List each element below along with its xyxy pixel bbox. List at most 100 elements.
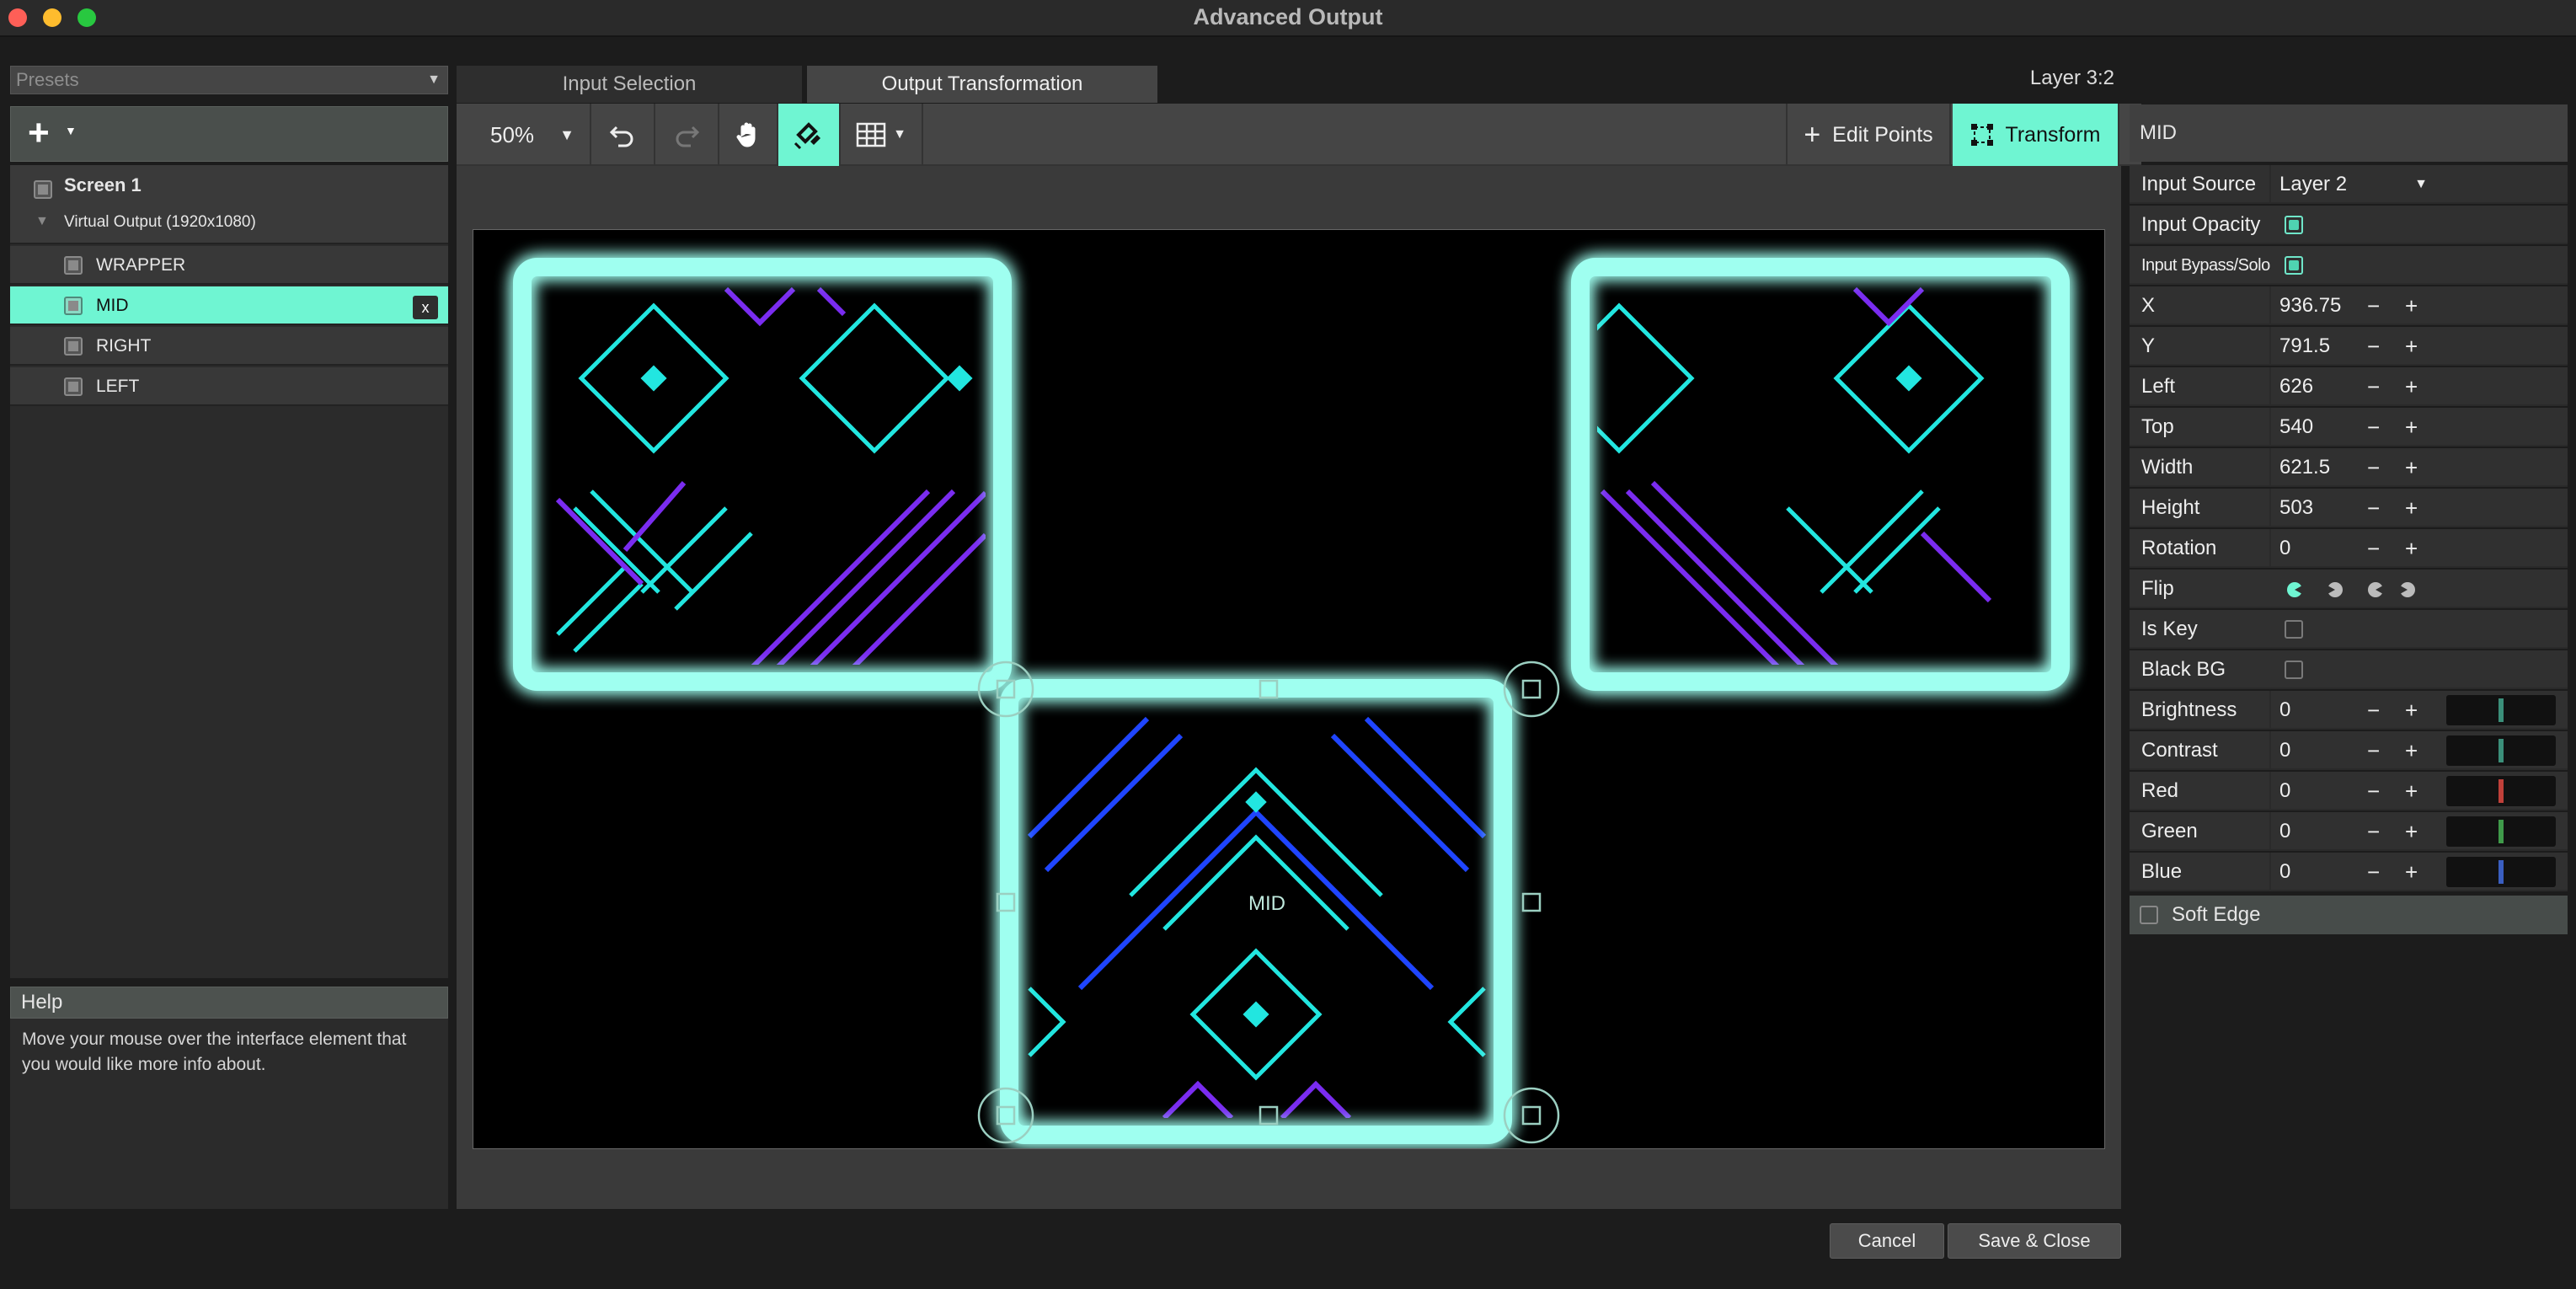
flip-options[interactable]	[2286, 580, 2387, 600]
blue-decrement-button[interactable]: −	[2367, 853, 2380, 891]
top-input[interactable]: 540	[2269, 408, 2370, 447]
soft-edge-row[interactable]: Soft Edge	[2130, 896, 2568, 934]
screen-checkbox[interactable]	[34, 180, 52, 199]
x-input[interactable]: 936.75	[2269, 286, 2370, 325]
contrast-increment-button[interactable]: +	[2405, 731, 2418, 770]
y-increment-button[interactable]: +	[2405, 327, 2418, 366]
input-opacity-checkbox[interactable]	[2285, 216, 2303, 234]
width-input[interactable]: 621.5	[2269, 448, 2370, 487]
magnet-icon	[794, 122, 820, 150]
undo-button[interactable]	[591, 104, 655, 166]
slice-checkbox[interactable]	[64, 297, 83, 315]
grid-button[interactable]: ▼	[841, 104, 923, 166]
transform-label: Transform	[2005, 122, 2101, 147]
red-input[interactable]: 0	[2269, 772, 2370, 810]
width-decrement-button[interactable]: −	[2367, 448, 2380, 487]
slice-label: WRAPPER	[96, 255, 186, 275]
width-increment-button[interactable]: +	[2405, 448, 2418, 487]
slider-handle[interactable]	[2499, 739, 2504, 762]
tab-input-selection[interactable]: Input Selection	[457, 66, 802, 103]
brightness-input[interactable]: 0	[2269, 691, 2370, 730]
x-increment-button[interactable]: +	[2405, 286, 2418, 325]
red-slider[interactable]	[2446, 776, 2556, 806]
delete-slice-button[interactable]: x	[413, 296, 438, 319]
edit-points-button[interactable]: + Edit Points	[1786, 104, 1951, 166]
top-increment-button[interactable]: +	[2405, 408, 2418, 447]
slice-row-mid[interactable]: MID x	[10, 286, 448, 325]
properties-header: MID	[2130, 104, 2568, 162]
soft-edge-checkbox[interactable]	[2140, 906, 2158, 924]
slider-handle[interactable]	[2499, 860, 2504, 884]
rotation-decrement-button[interactable]: −	[2367, 529, 2380, 568]
blue-increment-button[interactable]: +	[2405, 853, 2418, 891]
height-row: Height 503 − +	[2130, 489, 2568, 527]
input-bypass-checkbox[interactable]	[2285, 256, 2303, 275]
top-decrement-button[interactable]: −	[2367, 408, 2380, 447]
slice-checkbox[interactable]	[64, 337, 83, 356]
brightness-decrement-button[interactable]: −	[2367, 691, 2380, 730]
x-decrement-button[interactable]: −	[2367, 286, 2380, 325]
plus-icon: +	[1804, 118, 1821, 151]
chevron-down-icon[interactable]: ▼	[65, 124, 77, 137]
save-close-button[interactable]: Save & Close	[1948, 1223, 2121, 1259]
zoom-dropdown[interactable]: 50% ▼	[457, 104, 591, 166]
blue-slider[interactable]	[2446, 857, 2556, 887]
brightness-slider[interactable]	[2446, 695, 2556, 725]
green-increment-button[interactable]: +	[2405, 812, 2418, 851]
green-slider[interactable]	[2446, 816, 2556, 847]
height-input[interactable]: 503	[2269, 489, 2370, 527]
flip-both-icon[interactable]	[2397, 580, 2418, 600]
contrast-input[interactable]: 0	[2269, 731, 2370, 770]
black-bg-checkbox[interactable]	[2285, 661, 2303, 679]
input-source-select[interactable]: Layer 2 ▼	[2269, 165, 2438, 204]
rotation-row: Rotation 0 − +	[2130, 529, 2568, 568]
redo-button[interactable]	[655, 104, 719, 166]
green-label: Green	[2141, 820, 2198, 842]
slice-checkbox[interactable]	[64, 256, 83, 275]
tab-output-transformation[interactable]: Output Transformation	[807, 66, 1157, 103]
left-decrement-button[interactable]: −	[2367, 367, 2380, 406]
brightness-increment-button[interactable]: +	[2405, 691, 2418, 730]
left-input[interactable]: 626	[2269, 367, 2370, 406]
slice-row-left[interactable]: LEFT	[10, 367, 448, 406]
virtual-output-label: Virtual Output (1920x1080)	[64, 213, 256, 231]
contrast-decrement-button[interactable]: −	[2367, 731, 2380, 770]
right-slice-preview	[1597, 284, 2044, 665]
brightness-label: Brightness	[2141, 698, 2237, 721]
expand-triangle-icon[interactable]: ▼	[35, 214, 49, 229]
rotation-input[interactable]: 0	[2269, 529, 2370, 568]
hand-tool-button[interactable]	[719, 104, 778, 166]
y-decrement-button[interactable]: −	[2367, 327, 2380, 366]
transform-button[interactable]: Transform	[1953, 104, 2119, 166]
slice-checkbox[interactable]	[64, 377, 83, 396]
screen-row[interactable]: Screen 1 ▼ Virtual Output (1920x1080)	[10, 165, 448, 244]
add-icon[interactable]: +	[28, 114, 50, 152]
input-opacity-label: Input Opacity	[2141, 213, 2261, 236]
slider-handle[interactable]	[2499, 779, 2504, 803]
green-decrement-button[interactable]: −	[2367, 812, 2380, 851]
left-increment-button[interactable]: +	[2405, 367, 2418, 406]
green-input[interactable]: 0	[2269, 812, 2370, 851]
slider-handle[interactable]	[2499, 698, 2504, 722]
height-increment-button[interactable]: +	[2405, 489, 2418, 527]
height-decrement-button[interactable]: −	[2367, 489, 2380, 527]
cancel-button[interactable]: Cancel	[1830, 1223, 1944, 1259]
corner-handle	[1503, 1087, 1560, 1144]
snap-button[interactable]	[778, 104, 841, 166]
edge-handle	[1521, 892, 1542, 912]
blue-input[interactable]: 0	[2269, 853, 2370, 891]
slider-handle[interactable]	[2499, 820, 2504, 843]
slice-row-wrapper[interactable]: WRAPPER	[10, 246, 448, 285]
y-input[interactable]: 791.5	[2269, 327, 2370, 366]
red-decrement-button[interactable]: −	[2367, 772, 2380, 810]
slice-row-right[interactable]: RIGHT	[10, 327, 448, 366]
chevron-down-icon: ▼	[427, 72, 441, 87]
contrast-slider[interactable]	[2446, 735, 2556, 766]
output-canvas[interactable]: MID	[473, 229, 2105, 1149]
presets-dropdown[interactable]: Presets ▼	[10, 66, 448, 94]
add-slice-toolbar: + ▼	[10, 106, 448, 162]
flip-none-icon	[2287, 582, 2302, 597]
is-key-checkbox[interactable]	[2285, 620, 2303, 639]
rotation-increment-button[interactable]: +	[2405, 529, 2418, 568]
red-increment-button[interactable]: +	[2405, 772, 2418, 810]
